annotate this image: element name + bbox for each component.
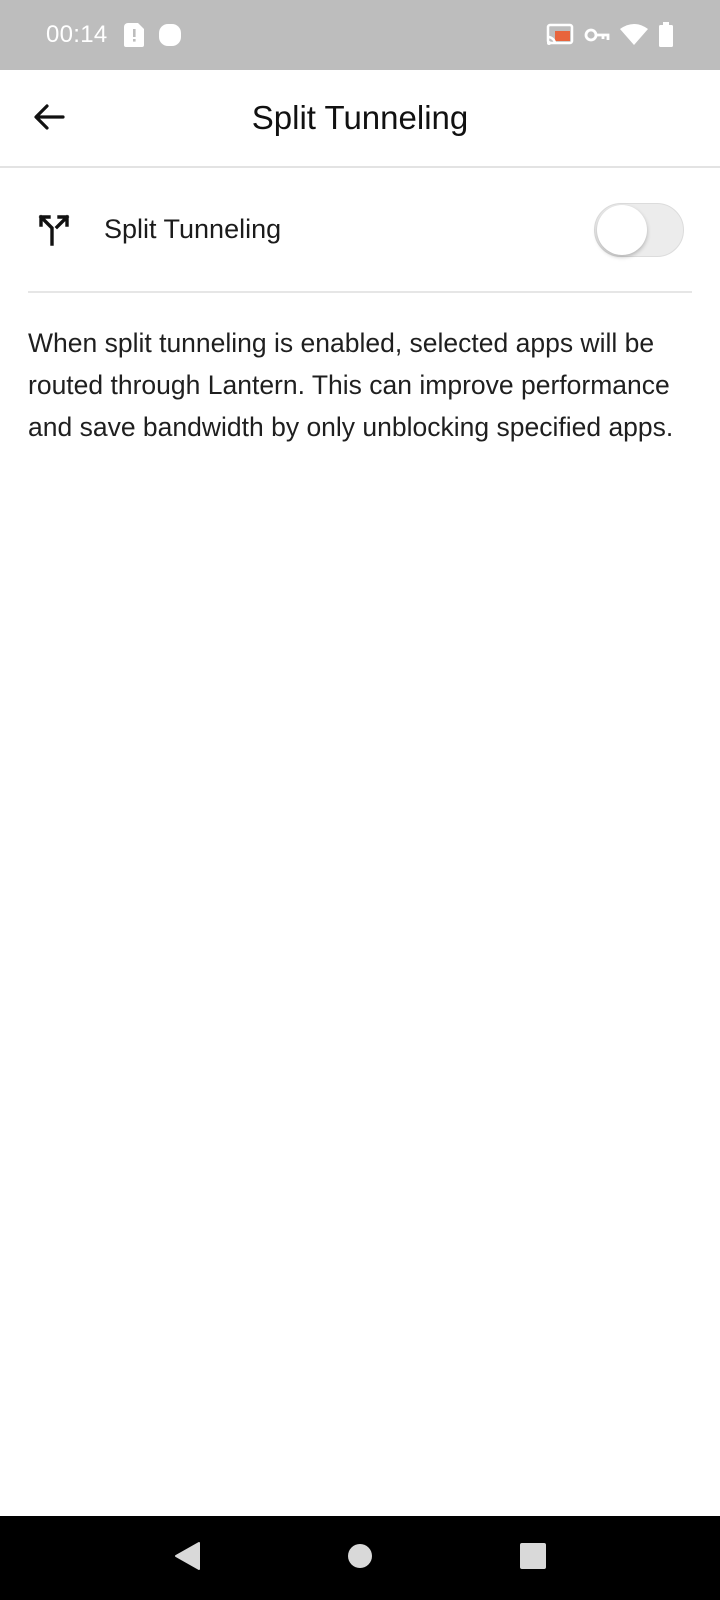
call-split-icon: [28, 214, 84, 246]
back-triangle-icon: [173, 1541, 201, 1576]
status-right-icons: [546, 22, 674, 48]
split-tunneling-description: When split tunneling is enabled, selecte…: [28, 328, 674, 442]
status-bar: 00:14: [0, 0, 720, 70]
record-icon: [158, 23, 182, 47]
navigation-bar: [0, 1516, 720, 1600]
app-bar: Split Tunneling: [0, 70, 720, 168]
toggle-knob: [597, 204, 647, 255]
page-title: Split Tunneling: [251, 99, 469, 136]
status-left-icons: [123, 23, 182, 47]
nav-recents-button[interactable]: [503, 1528, 563, 1588]
battery-icon: [658, 22, 674, 48]
sim-alert-icon: [123, 23, 144, 47]
home-circle-icon: [346, 1542, 374, 1575]
nav-back-button[interactable]: [157, 1528, 217, 1588]
cast-icon: [546, 23, 574, 47]
vpn-key-icon: [584, 25, 610, 45]
split-tunneling-label: Split Tunneling: [104, 214, 282, 244]
nav-home-button[interactable]: [330, 1528, 390, 1588]
wifi-icon: [620, 24, 648, 46]
status-time: 00:14: [46, 21, 108, 48]
split-tunneling-setting-row[interactable]: Split Tunneling: [28, 168, 692, 293]
split-tunneling-toggle[interactable]: [594, 202, 684, 257]
recents-square-icon: [519, 1542, 547, 1575]
